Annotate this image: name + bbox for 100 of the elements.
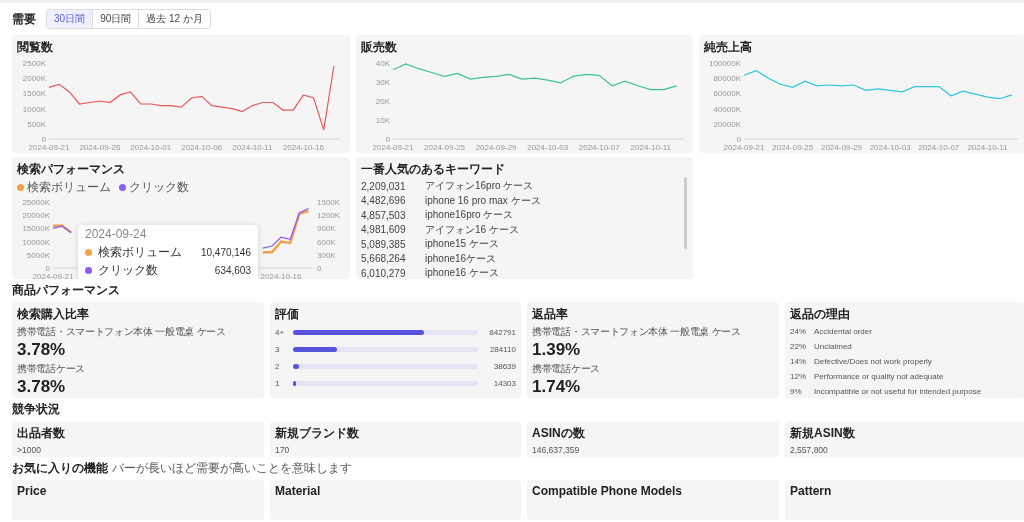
section-title: 商品パフォーマンス bbox=[12, 282, 120, 299]
search-count: 5,089,385 bbox=[361, 238, 407, 250]
card-title: Compatible Phone Models bbox=[532, 484, 683, 498]
axis-tick-label: 0 bbox=[736, 135, 741, 144]
reason-share: 12% bbox=[790, 372, 807, 381]
axis-tick-label: 2024-09-26 bbox=[79, 143, 121, 152]
tooltip-label: クリック数 bbox=[98, 262, 158, 279]
axis-tick-label: 40000K bbox=[713, 104, 741, 114]
axis-tick-label: 2024-10-07 bbox=[918, 143, 960, 152]
axis-tick-label: 60000K bbox=[713, 89, 741, 99]
axis-tick-label: 5000K bbox=[26, 250, 50, 260]
axis-tick-label: 100000K bbox=[708, 59, 741, 68]
reason-share: 14% bbox=[790, 357, 807, 366]
rating-label: 4+ bbox=[275, 328, 286, 337]
rating-count: 14303 bbox=[492, 379, 516, 388]
axis-tick-label: 2024-09-21 bbox=[32, 272, 74, 279]
chart-title: 閲覧数 bbox=[17, 39, 54, 56]
tooltip-date: 2024-09-24 bbox=[85, 227, 148, 241]
card-title: 一番人気のあるキーワード bbox=[361, 161, 506, 178]
rating-count: 842791 bbox=[488, 328, 516, 337]
period-tab[interactable]: 30日間 bbox=[47, 10, 94, 28]
legend-label: 検索ボリューム bbox=[27, 179, 111, 196]
reason-share: 24% bbox=[790, 327, 807, 336]
axis-tick-label: 2024-10-03 bbox=[869, 143, 911, 152]
axis-tick-label: 0 bbox=[45, 264, 50, 273]
axis-tick-label: 2000K bbox=[22, 74, 46, 84]
keyword-text: アイフォン16 ケース bbox=[425, 222, 519, 237]
card-title: Pattern bbox=[790, 484, 833, 498]
axis-tick-label: 2500K bbox=[22, 59, 46, 68]
section-hint: バーが長いほど需要が高いことを意味します bbox=[112, 460, 352, 477]
percentage-value: 1.39% bbox=[532, 340, 582, 360]
keyword-text: iphone 16 pro max ケース bbox=[425, 193, 541, 208]
section-title: 競争状況 bbox=[12, 401, 60, 418]
axis-tick-label: 300K bbox=[317, 250, 336, 260]
axis-tick-label: 2024-10-03 bbox=[527, 143, 569, 152]
category-label: 携帯電話ケース bbox=[532, 362, 601, 376]
rating-label: 1 bbox=[275, 379, 281, 388]
axis-tick-label: 900K bbox=[317, 224, 336, 234]
axis-tick-label: 2024-09-21 bbox=[28, 143, 70, 152]
axis-tick-label: 0 bbox=[385, 135, 390, 144]
category-label: 携帯電話ケース bbox=[17, 362, 86, 376]
reason-share: 9% bbox=[790, 387, 803, 396]
search-count: 6,010,279 bbox=[361, 267, 407, 279]
axis-tick-label: 2024-09-29 bbox=[475, 143, 517, 152]
keyword-text: iphone16 ケース bbox=[425, 266, 499, 279]
search-count: 5,668,264 bbox=[361, 253, 407, 265]
chart-title: 純売上高 bbox=[704, 39, 753, 56]
category-label: 携帯電話・スマートフォン本体 一般電桌 ケース bbox=[532, 325, 742, 339]
chart-title: 検索パフォーマンス bbox=[17, 161, 126, 178]
percentage-value: 3.78% bbox=[17, 377, 67, 397]
axis-tick-label: 2024-10-11 bbox=[232, 143, 273, 152]
chart-title: 販売数 bbox=[361, 39, 398, 56]
axis-tick-label: 30K bbox=[375, 78, 390, 87]
axis-tick-label: 2024-10-01 bbox=[130, 143, 172, 152]
percentage-value: 3.78% bbox=[17, 340, 67, 360]
axis-tick-label: 2024-09-29 bbox=[820, 143, 862, 152]
axis-tick-label: 20000K bbox=[713, 119, 741, 129]
section-title: 需要 bbox=[12, 10, 36, 28]
stat-value: 2,557,800 bbox=[790, 445, 829, 455]
card-title: 検索購入比率 bbox=[17, 306, 90, 323]
axis-tick-label: 2024-09-25 bbox=[424, 143, 465, 152]
axis-tick-label: 1000K bbox=[22, 104, 46, 114]
category-label: 携帯電話・スマートフォン本体 一般電桌 ケース bbox=[17, 325, 227, 339]
axis-tick-label: 2024-10-07 bbox=[578, 143, 620, 152]
axis-tick-label: 80000K bbox=[713, 74, 741, 84]
tooltip-value: 10,470,146 bbox=[200, 247, 251, 258]
rating-count: 38639 bbox=[492, 362, 516, 371]
tooltip-value: 634,603 bbox=[214, 265, 251, 276]
stat-label: 新規ブランド数 bbox=[275, 425, 360, 442]
axis-tick-label: 20K bbox=[375, 97, 390, 106]
card-title: 返品率 bbox=[532, 306, 569, 323]
keyword-text: iphone16ケース bbox=[425, 251, 497, 266]
axis-tick-label: 15000K bbox=[22, 224, 50, 234]
axis-tick-label: 2024-10-11 bbox=[630, 143, 671, 152]
reason-text: Incompatible or not useful for intended purpose bbox=[814, 387, 982, 396]
axis-tick-label: 2024-10-16 bbox=[260, 272, 302, 279]
card-title: Material bbox=[275, 484, 322, 498]
rating-label: 2 bbox=[275, 362, 281, 371]
axis-tick-label: 0 bbox=[317, 264, 322, 273]
axis-tick-label: 1500K bbox=[22, 89, 46, 99]
axis-tick-label: 1200K bbox=[317, 211, 341, 221]
axis-tick-label: 2024-10-16 bbox=[282, 143, 324, 152]
axis-tick-label: 20000K bbox=[22, 211, 50, 221]
axis-tick-label: 1500K bbox=[317, 198, 341, 207]
reason-text: Accidental order bbox=[814, 327, 872, 336]
search-count: 4,482,696 bbox=[361, 195, 407, 207]
keyword-text: iphone16pro ケース bbox=[425, 208, 514, 223]
axis-tick-label: 10000K bbox=[22, 237, 50, 247]
search-count: 4,981,609 bbox=[361, 224, 407, 236]
axis-tick-label: 40K bbox=[375, 59, 390, 68]
rating-label: 3 bbox=[275, 345, 281, 354]
reason-text: Performance or quality not adequate bbox=[814, 372, 944, 381]
axis-tick-label: 10K bbox=[375, 116, 390, 125]
search-count: 2,209,031 bbox=[361, 180, 407, 192]
stat-label: 出品者数 bbox=[17, 425, 66, 442]
rating-count: 284110 bbox=[488, 345, 516, 354]
card-title: Price bbox=[17, 484, 48, 498]
reason-text: Unclaimed bbox=[814, 342, 852, 351]
axis-tick-label: 0 bbox=[41, 135, 46, 144]
stat-value: 146,637,359 bbox=[532, 445, 581, 455]
